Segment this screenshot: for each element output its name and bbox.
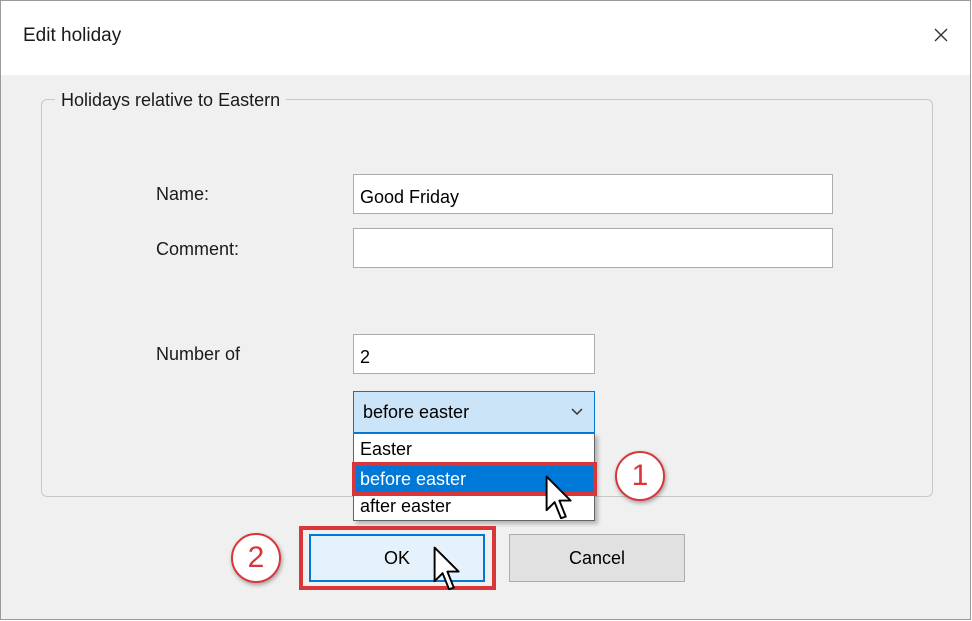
dropdown-option-after-easter[interactable]: after easter [354,493,594,519]
chevron-down-icon [571,408,583,416]
close-button[interactable] [912,11,970,59]
relation-dropdown-value: before easter [363,402,470,422]
comment-input[interactable] [353,228,833,268]
ok-button[interactable]: OK [309,534,485,582]
cancel-button[interactable]: Cancel [509,534,685,582]
dialog-title: Edit holiday [23,25,122,46]
dropdown-option-easter[interactable]: Easter [354,436,594,462]
comment-label: Comment: [156,239,240,259]
groupbox-legend: Holidays relative to Eastern [55,90,287,111]
title-bar: Edit holiday [1,1,970,75]
step-marker-2: 2 [231,533,281,583]
name-input[interactable] [353,174,833,214]
name-label: Name: [156,184,210,204]
edit-holiday-dialog: Edit holiday Holidays relative to Easter… [0,0,971,620]
relation-dropdown-list: Easter before easter after easter [353,433,595,521]
relation-dropdown[interactable]: before easter [353,391,595,433]
close-icon [934,28,948,42]
dropdown-option-before-easter[interactable]: before easter [354,466,594,492]
number-of-input[interactable] [353,334,595,374]
step-marker-1: 1 [615,451,665,501]
number-of-label: Number of [156,344,241,364]
